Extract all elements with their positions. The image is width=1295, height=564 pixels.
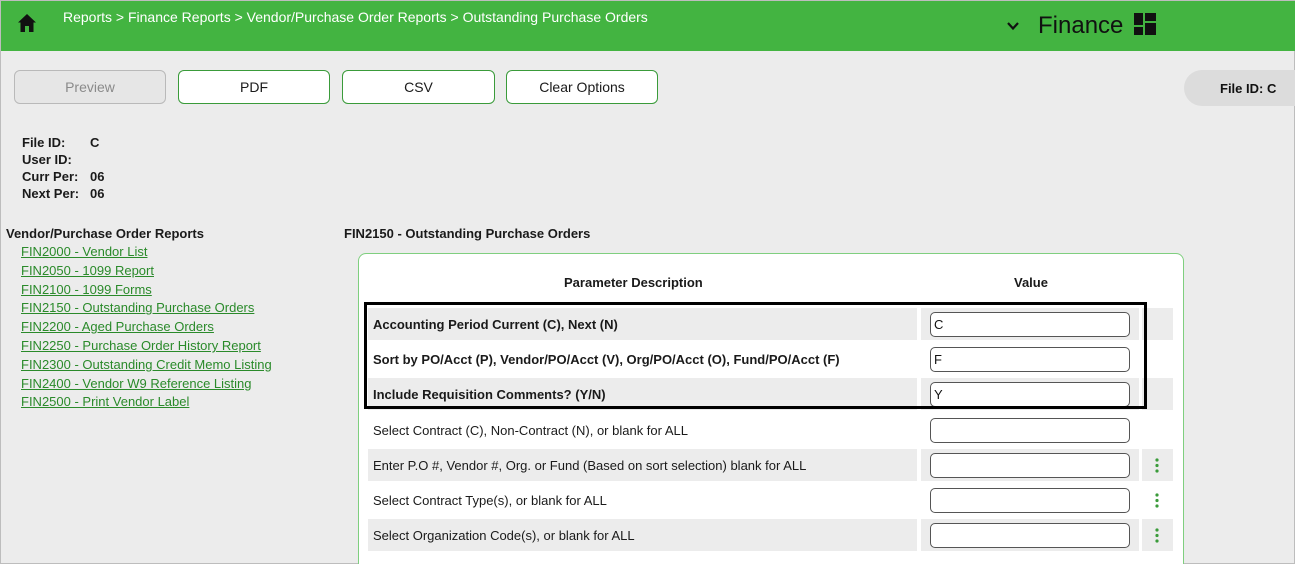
param-row: Enter P.O #, Vendor #, Org. or Fund (Bas… — [368, 449, 1173, 481]
nav-link-fin2050[interactable]: FIN2050 - 1099 Report — [21, 262, 336, 281]
top-bar: Reports > Finance Reports > Vendor/Purch… — [1, 1, 1295, 51]
file-id-value: C — [90, 135, 100, 150]
param-row: Select Contract Type(s), or blank for AL… — [368, 484, 1173, 516]
column-header-value: Value — [1014, 275, 1048, 290]
next-per-label: Next Per: — [22, 186, 80, 201]
param-value-input[interactable] — [930, 312, 1130, 337]
apps-grid-icon[interactable] — [1134, 13, 1156, 35]
session-info: File ID: C User ID: Curr Per: 06 Next Per:… — [22, 134, 104, 202]
nav-link-fin2100[interactable]: FIN2100 - 1099 Forms — [21, 281, 336, 300]
nav-link-fin2200[interactable]: FIN2200 - Aged Purchase Orders — [21, 318, 336, 337]
param-description: Sort by PO/Acct (P), Vendor/PO/Acct (V),… — [373, 351, 840, 367]
options-menu[interactable] — [1142, 519, 1173, 551]
param-value-input[interactable] — [930, 382, 1130, 407]
nav-title: Vendor/Purchase Order Reports — [6, 226, 204, 241]
module-selector[interactable]: Finance — [1006, 11, 1123, 41]
param-description: Select Organization Code(s), or blank fo… — [368, 519, 917, 551]
breadcrumb[interactable]: Reports > Finance Reports > Vendor/Purch… — [63, 8, 723, 27]
nav-link-fin2400[interactable]: FIN2400 - Vendor W9 Reference Listing — [21, 375, 336, 394]
chevron-down-icon[interactable] — [1006, 19, 1020, 33]
param-description: Enter P.O #, Vendor #, Org. or Fund (Bas… — [368, 449, 917, 481]
param-description: Select Contract (C), Non-Contract (N), o… — [373, 422, 689, 438]
next-per-value: 06 — [90, 186, 105, 201]
report-title: FIN2150 - Outstanding Purchase Orders — [344, 226, 591, 241]
kebab-menu-icon[interactable] — [1155, 458, 1159, 473]
param-row: Sort by PO/Acct (P), Vendor/PO/Acct (V),… — [368, 343, 1173, 375]
param-value-input[interactable] — [930, 488, 1130, 513]
home-icon[interactable] — [17, 13, 37, 33]
curr-per-label: Curr Per: — [22, 169, 79, 184]
param-value-input[interactable] — [930, 418, 1130, 443]
curr-per-value: 06 — [90, 169, 105, 184]
kebab-menu-icon[interactable] — [1155, 493, 1159, 508]
report-nav: Vendor/Purchase Order Reports FIN2000 - … — [6, 225, 336, 412]
clear-options-button[interactable]: Clear Options — [506, 70, 658, 104]
nav-link-fin2150[interactable]: FIN2150 - Outstanding Purchase Orders — [21, 299, 336, 318]
file-id-label: File ID: — [22, 135, 66, 150]
column-header-description: Parameter Description — [564, 275, 703, 290]
param-row: Select Contract (C), Non-Contract (N), o… — [368, 414, 1173, 446]
toolbar: Preview PDF CSV Clear Options File ID: C — [1, 51, 1295, 111]
param-description: Select Contract Type(s), or blank for AL… — [373, 492, 607, 508]
param-value-input[interactable] — [930, 453, 1130, 478]
module-label[interactable]: Finance — [1038, 12, 1123, 40]
param-value-input[interactable] — [930, 347, 1130, 372]
file-id-pill: File ID: C — [1184, 70, 1295, 106]
kebab-menu-icon[interactable] — [1155, 528, 1159, 543]
param-description: Accounting Period Current (C), Next (N) — [368, 308, 917, 340]
preview-button[interactable]: Preview — [14, 70, 166, 104]
param-row: Include Requisition Comments? (Y/N) — [368, 378, 1173, 410]
param-row: Select Organization Code(s), or blank fo… — [368, 519, 1173, 551]
nav-link-fin2300[interactable]: FIN2300 - Outstanding Credit Memo Listin… — [21, 356, 336, 375]
options-menu[interactable] — [1142, 484, 1173, 516]
user-id-label: User ID: — [22, 152, 72, 167]
pdf-button[interactable]: PDF — [178, 70, 330, 104]
nav-link-fin2500[interactable]: FIN2500 - Print Vendor Label — [21, 393, 336, 412]
param-description: Include Requisition Comments? (Y/N) — [368, 378, 917, 410]
param-value-input[interactable] — [930, 523, 1130, 548]
options-menu[interactable] — [1142, 449, 1173, 481]
nav-link-fin2000[interactable]: FIN2000 - Vendor List — [21, 243, 336, 262]
csv-button[interactable]: CSV — [342, 70, 495, 104]
param-row: Accounting Period Current (C), Next (N) — [368, 308, 1173, 340]
nav-link-fin2250[interactable]: FIN2250 - Purchase Order History Report — [21, 337, 336, 356]
